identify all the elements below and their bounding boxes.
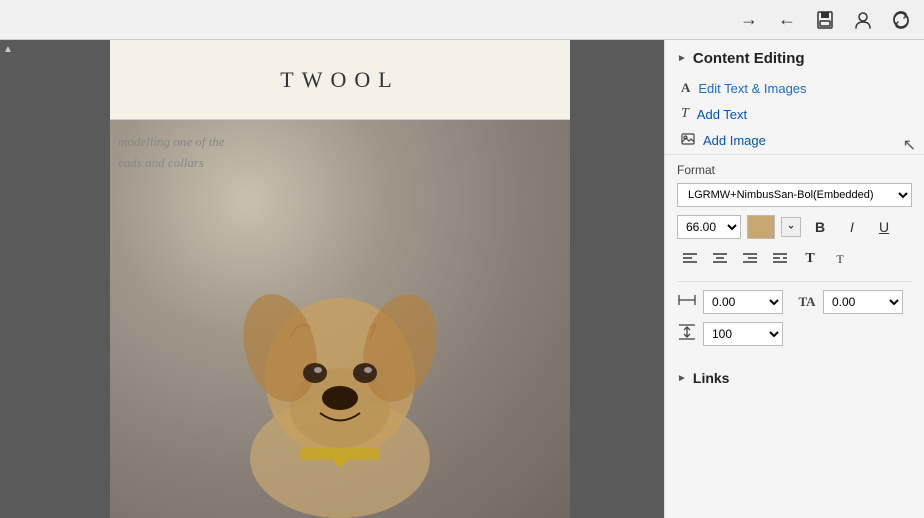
links-header[interactable]: ► Links: [677, 370, 912, 386]
profile-icon[interactable]: [852, 9, 874, 31]
content-editing-header: ► Content Editing: [665, 40, 924, 75]
pdf-header: TWOOL: [110, 40, 570, 120]
pdf-content: modelling one of the eads and collars: [110, 120, 570, 518]
scroll-bar-left[interactable]: ▲: [0, 40, 16, 518]
align-center-button[interactable]: [707, 247, 733, 271]
save-icon[interactable]: [814, 9, 836, 31]
top-toolbar: → ←: [0, 0, 924, 40]
add-image-icon: [681, 132, 695, 149]
links-collapse-icon[interactable]: ►: [677, 373, 687, 384]
edit-text-images-label: Edit Text & Images: [698, 81, 806, 96]
char-spacing-row: 0.00 TA 0.00: [677, 290, 912, 314]
main-area: ▲ TWOOL: [0, 40, 924, 518]
align-right-button[interactable]: [737, 247, 763, 271]
font-dropdown-row: LGRMW+NimbusSan-Bol(Embedded): [677, 183, 912, 207]
font-style-row: 66.00 B I U: [677, 215, 912, 239]
format-section: Format LGRMW+NimbusSan-Bol(Embedded) 66.…: [665, 155, 924, 362]
collapse-icon[interactable]: ►: [677, 53, 687, 64]
word-spacing-icon: TA: [797, 294, 817, 310]
font-size-dropdown[interactable]: 66.00: [677, 215, 741, 239]
char-spacing-icon: [677, 291, 697, 314]
right-panel: ► Content Editing A Edit Text & Images T…: [664, 40, 924, 518]
line-height-row: 100: [677, 322, 912, 346]
font-dropdown[interactable]: LGRMW+NimbusSan-Bol(Embedded): [677, 183, 912, 207]
forward-icon[interactable]: →: [738, 9, 760, 31]
line-height-icon: [677, 323, 697, 346]
edit-text-icon: A: [681, 80, 690, 96]
add-text-item[interactable]: T Add Text: [665, 101, 924, 127]
content-editing-title: Content Editing: [693, 50, 805, 67]
text-style2-button[interactable]: T: [827, 247, 853, 271]
scroll-up-arrow[interactable]: ▲: [3, 44, 13, 55]
add-text-icon: T: [681, 106, 689, 122]
add-image-label: Add Image: [703, 133, 766, 148]
color-swatch[interactable]: [747, 215, 775, 239]
section-divider: [677, 281, 912, 282]
align-justify-button[interactable]: [767, 247, 793, 271]
edit-text-images-item[interactable]: A Edit Text & Images: [665, 75, 924, 101]
pdf-title: TWOOL: [280, 67, 399, 93]
line-height-dropdown[interactable]: 100: [703, 322, 783, 346]
pdf-body-text: modelling one of the eads and collars: [118, 132, 225, 174]
links-section: ► Links: [665, 362, 924, 394]
links-title: Links: [693, 370, 730, 386]
italic-button[interactable]: I: [839, 215, 865, 239]
back-icon[interactable]: ←: [776, 9, 798, 31]
add-text-label: Add Text: [697, 107, 747, 122]
underline-button[interactable]: U: [871, 215, 897, 239]
color-picker-arrow[interactable]: [781, 217, 801, 237]
bold-button[interactable]: B: [807, 215, 833, 239]
char-spacing-dropdown[interactable]: 0.00: [703, 290, 783, 314]
alignment-row: T T: [677, 247, 912, 271]
format-label: Format: [677, 163, 912, 177]
add-image-item[interactable]: Add Image ↖: [665, 127, 924, 154]
content-editing-section: ► Content Editing A Edit Text & Images T…: [665, 40, 924, 155]
text-style1-button[interactable]: T: [797, 247, 823, 271]
align-left-button[interactable]: [677, 247, 703, 271]
cursor-pointer-icon: ↖: [903, 135, 916, 155]
word-spacing-dropdown[interactable]: 0.00: [823, 290, 903, 314]
pdf-area: TWOOL: [16, 40, 664, 518]
pdf-page: TWOOL: [110, 40, 570, 518]
refresh-icon[interactable]: [890, 9, 912, 31]
